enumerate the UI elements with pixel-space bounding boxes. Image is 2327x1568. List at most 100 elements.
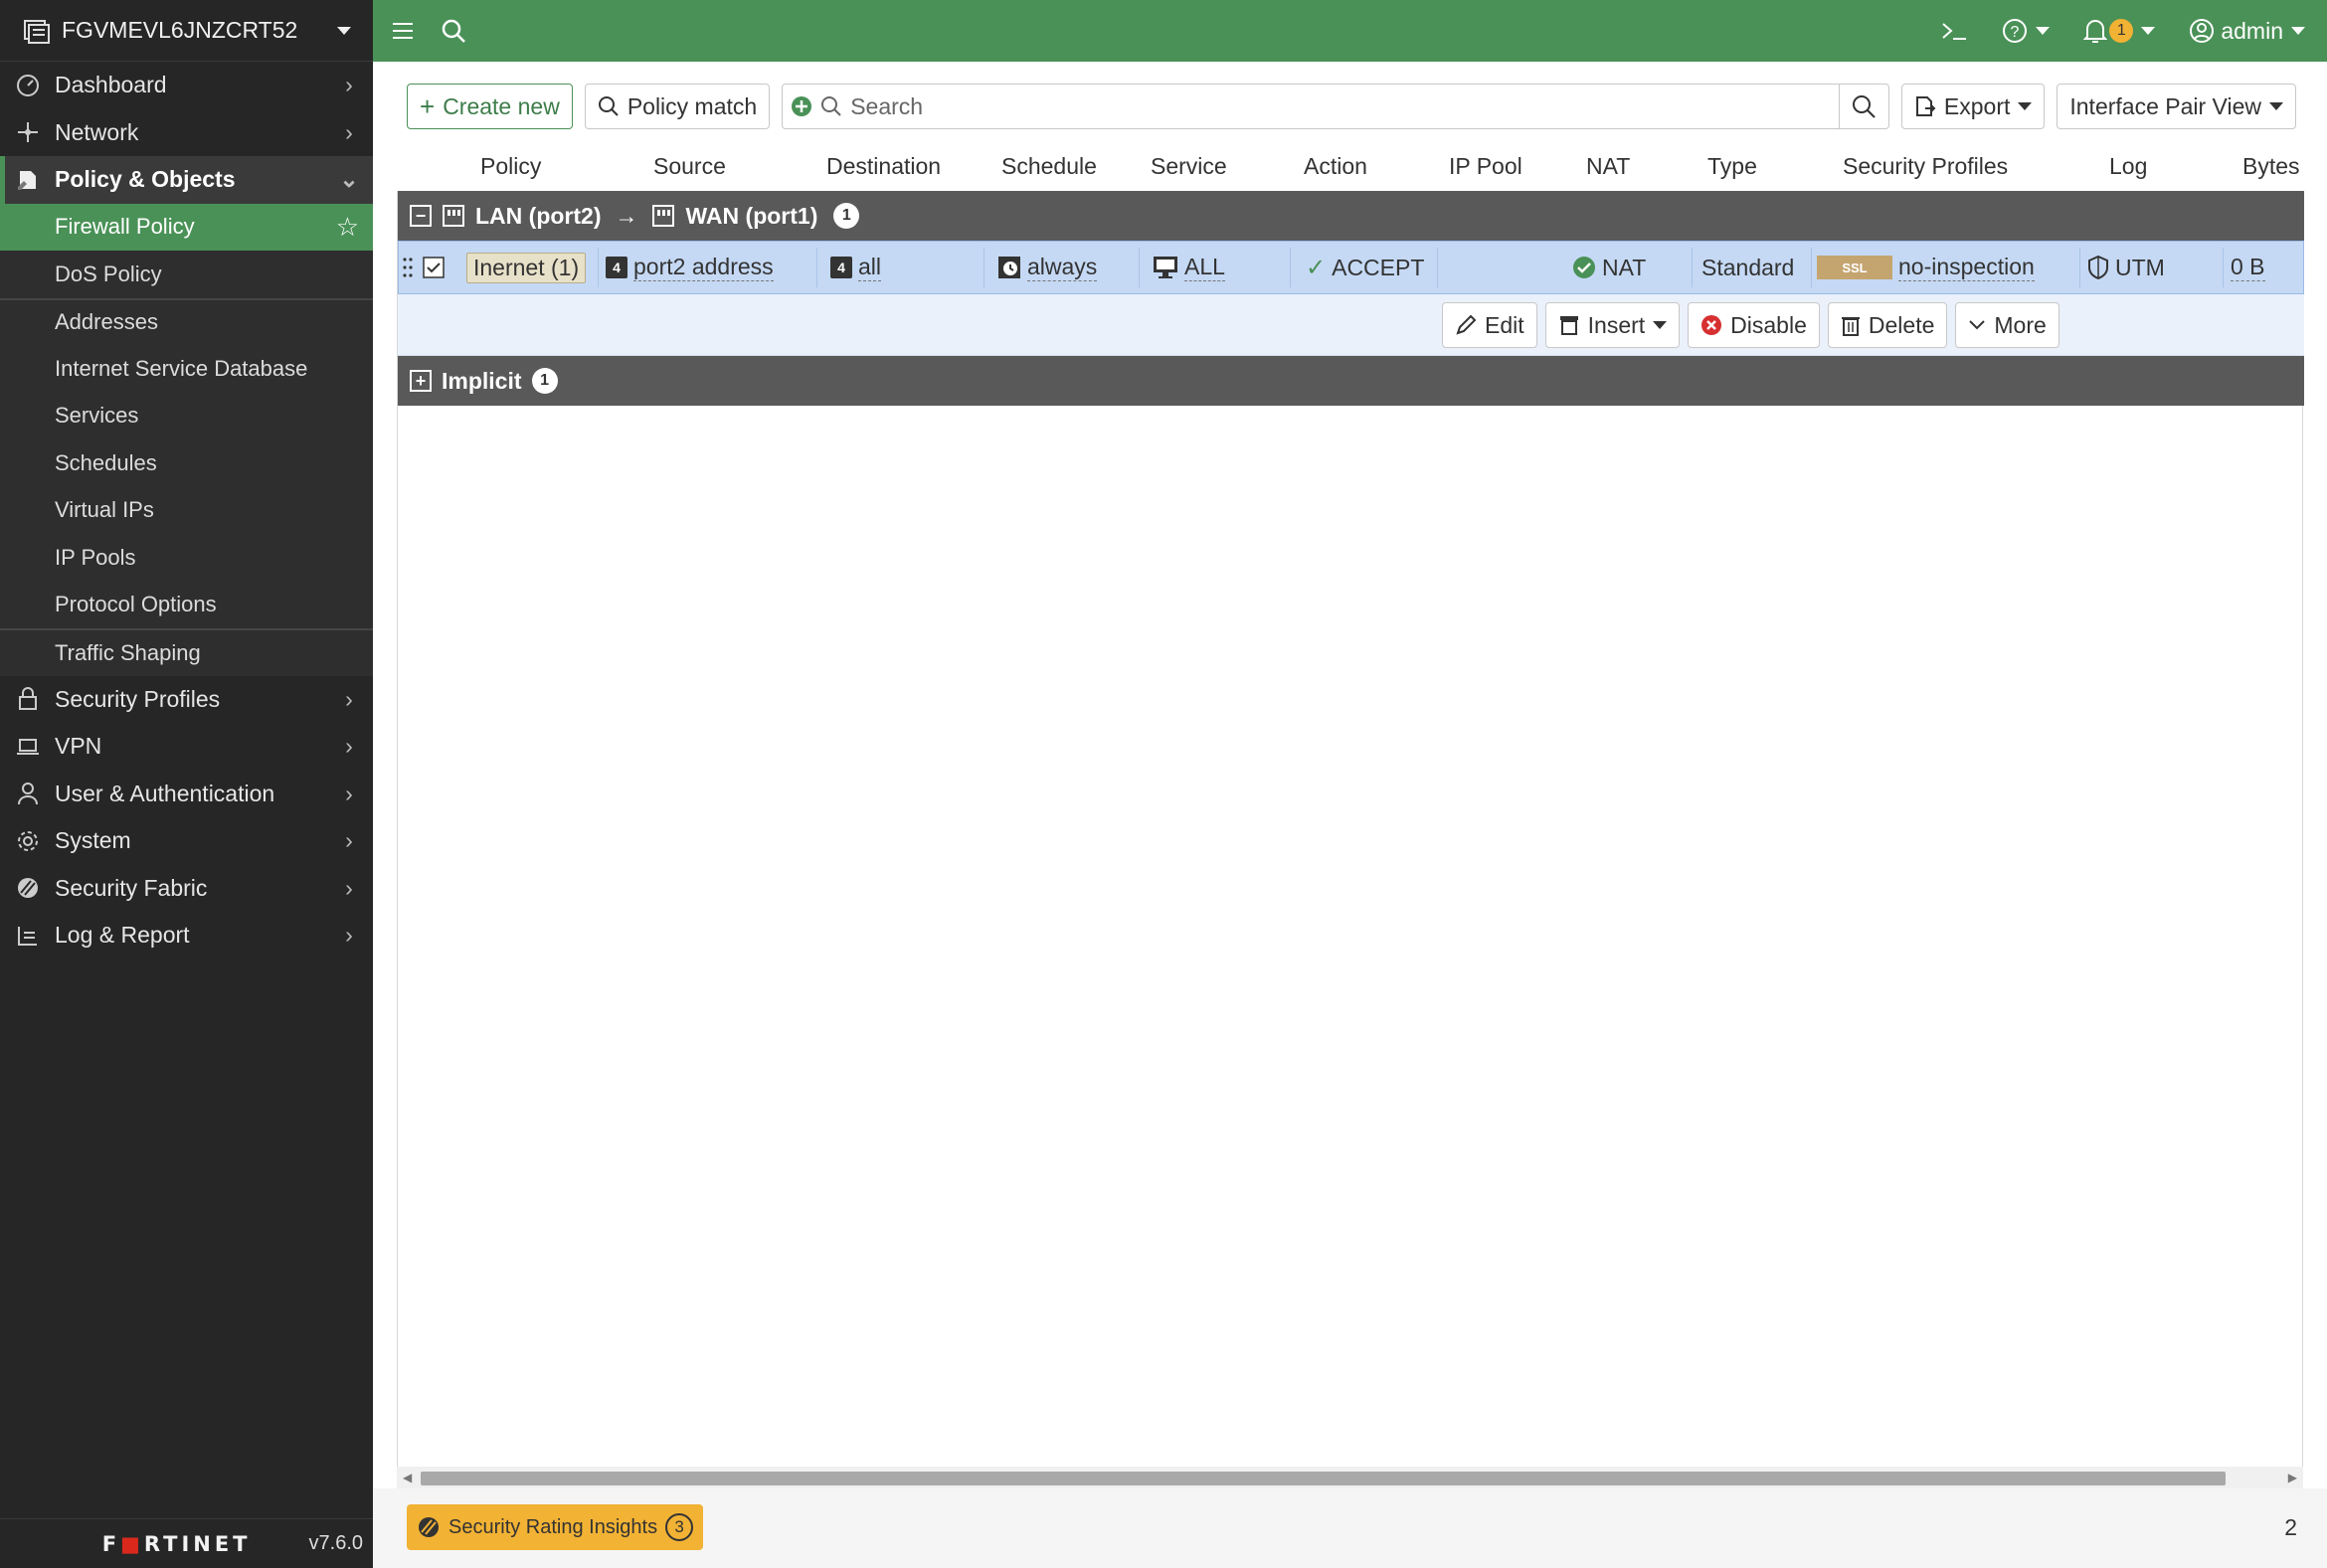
column-header-service[interactable]: Service	[1151, 153, 1227, 180]
disable-button[interactable]: Disable	[1688, 302, 1820, 348]
scrollbar-thumb[interactable]	[421, 1472, 2226, 1485]
horizontal-scrollbar[interactable]: ◀ ▶	[397, 1467, 2303, 1490]
security-rating-insights-button[interactable]: Security Rating Insights 3	[407, 1504, 704, 1550]
hamburger-menu-icon[interactable]	[391, 21, 415, 41]
service-value[interactable]: ALL	[1184, 254, 1225, 281]
sidebar-item-dos-policy[interactable]: DoS Policy	[0, 251, 373, 298]
schedule-cell[interactable]: always	[997, 242, 1098, 293]
policy-match-button[interactable]: Policy match	[584, 84, 771, 129]
sidebar-item-user-authentication[interactable]: User & Authentication ›	[0, 771, 373, 818]
source-cell[interactable]: 4 port2 address	[606, 242, 774, 293]
column-header-log[interactable]: Log	[2109, 153, 2147, 180]
sidebar-item-firewall-policy[interactable]: Firewall Policy ☆	[0, 203, 373, 251]
column-header-destination[interactable]: Destination	[826, 153, 941, 180]
cli-console-icon[interactable]	[1940, 20, 1968, 42]
group-source-interface: LAN (port2)	[475, 202, 602, 229]
sidebar-item-vpn[interactable]: VPN ›	[0, 723, 373, 771]
insert-button[interactable]: Insert	[1544, 302, 1681, 348]
column-divider	[598, 248, 599, 287]
expand-icon[interactable]: +	[410, 370, 432, 392]
bytes-cell[interactable]: 0 B	[2231, 242, 2265, 293]
column-header-security-profiles[interactable]: Security Profiles	[1843, 153, 2008, 180]
service-cell[interactable]: ALL	[1153, 242, 1225, 293]
check-icon: ✓	[1306, 254, 1327, 281]
log-value: UTM	[2115, 254, 2165, 280]
column-header-source[interactable]: Source	[653, 153, 726, 180]
chevron-right-icon: ›	[345, 685, 353, 712]
chevron-right-icon: ›	[345, 922, 353, 949]
destination-value[interactable]: all	[858, 254, 882, 281]
source-value[interactable]: port2 address	[633, 254, 774, 281]
search-submit-button[interactable]	[1838, 85, 1888, 128]
device-selector[interactable]: FGVMEVL6JNZCRT52	[0, 0, 373, 62]
security-profiles-cell[interactable]: SSL no-inspection	[1817, 242, 2035, 293]
policy-name-cell[interactable]: Inernet (1)	[466, 242, 587, 293]
sidebar-item-services[interactable]: Services	[0, 392, 373, 439]
star-icon[interactable]: ☆	[336, 212, 359, 243]
view-selector[interactable]: Interface Pair View	[2057, 84, 2296, 129]
fortinet-logo: F■RTINET	[101, 1531, 252, 1556]
sidebar-item-addresses[interactable]: Addresses	[0, 297, 373, 345]
notifications-button[interactable]: 1	[2083, 18, 2156, 44]
view-label: Interface Pair View	[2069, 92, 2261, 119]
column-header-schedule[interactable]: Schedule	[1001, 153, 1097, 180]
column-header-ip-pool[interactable]: IP Pool	[1449, 153, 1522, 180]
sidebar-item-label: Security Profiles	[55, 685, 221, 712]
help-icon[interactable]: ?	[2002, 18, 2051, 44]
column-divider	[1139, 248, 1140, 287]
create-new-button[interactable]: + Create new	[407, 84, 573, 129]
sidebar-item-dashboard[interactable]: Dashboard ›	[0, 62, 373, 109]
chevron-down-icon	[2036, 27, 2051, 35]
export-button[interactable]: Export	[1900, 84, 2046, 129]
sidebar-item-protocol-options[interactable]: Protocol Options	[0, 581, 373, 628]
schedule-value[interactable]: always	[1027, 254, 1098, 281]
column-header-bytes[interactable]: Bytes	[2242, 153, 2300, 180]
column-divider	[2223, 248, 2224, 287]
edit-button[interactable]: Edit	[1442, 302, 1537, 348]
scroll-right-icon[interactable]: ▶	[2288, 1471, 2297, 1484]
row-checkbox[interactable]	[423, 242, 445, 293]
policy-match-label: Policy match	[626, 92, 758, 119]
sidebar-item-log-report[interactable]: Log & Report ›	[0, 912, 373, 959]
schedule-clock-icon	[998, 257, 1020, 278]
delete-button[interactable]: Delete	[1827, 302, 1948, 348]
drag-handle-icon[interactable]	[403, 242, 413, 293]
collapse-icon[interactable]: −	[410, 205, 432, 227]
column-header-nat[interactable]: NAT	[1586, 153, 1630, 180]
chevron-right-icon: ›	[345, 780, 353, 806]
group-row-lan-wan[interactable]: − LAN (port2) → WAN (port1) 1	[398, 191, 2304, 241]
sidebar-item-ip-pools[interactable]: IP Pools	[0, 534, 373, 582]
policy-name[interactable]: Inernet (1)	[466, 252, 587, 283]
policy-table: − LAN (port2) → WAN (port1) 1 Inernet (1…	[397, 191, 2304, 1483]
action-value: ACCEPT	[1332, 254, 1425, 280]
security-profile-value[interactable]: no-inspection	[1898, 254, 2035, 281]
search-icon[interactable]	[441, 18, 466, 44]
column-header-type[interactable]: Type	[1707, 153, 1757, 180]
group-row-implicit[interactable]: + Implicit 1	[398, 356, 2304, 406]
scroll-left-icon[interactable]: ◀	[403, 1471, 412, 1484]
sidebar: FGVMEVL6JNZCRT52 Dashboard › Network › P…	[0, 0, 373, 1568]
column-header-policy[interactable]: Policy	[480, 153, 541, 180]
address-icon: 4	[830, 257, 852, 278]
sidebar-item-internet-service-database[interactable]: Internet Service Database	[0, 345, 373, 393]
sidebar-item-network[interactable]: Network ›	[0, 109, 373, 157]
column-header-action[interactable]: Action	[1304, 153, 1367, 180]
arrow-right-icon: →	[615, 202, 638, 229]
sidebar-item-traffic-shaping[interactable]: Traffic Shaping	[0, 628, 373, 676]
bytes-value[interactable]: 0 B	[2231, 254, 2265, 281]
insights-label: Security Rating Insights	[448, 1515, 658, 1538]
type-cell: Standard	[1701, 254, 1795, 280]
record-count: 2	[2284, 1514, 2297, 1540]
table-row[interactable]: Inernet (1) 4 port2 address 4 all always…	[398, 241, 2304, 294]
sidebar-item-security-fabric[interactable]: Security Fabric ›	[0, 865, 373, 913]
sidebar-item-system[interactable]: System ›	[0, 817, 373, 865]
sidebar-item-security-profiles[interactable]: Security Profiles ›	[0, 676, 373, 724]
sidebar-item-virtual-ips[interactable]: Virtual IPs	[0, 486, 373, 534]
more-button[interactable]: More	[1955, 302, 2059, 348]
destination-cell[interactable]: 4 all	[830, 242, 882, 293]
search-input[interactable]	[850, 92, 1831, 120]
sidebar-item-schedules[interactable]: Schedules	[0, 439, 373, 487]
sidebar-item-policy-objects[interactable]: Policy & Objects ⌄	[0, 156, 373, 204]
add-filter-icon[interactable]	[791, 95, 812, 117]
user-menu[interactable]: admin	[2189, 18, 2305, 45]
